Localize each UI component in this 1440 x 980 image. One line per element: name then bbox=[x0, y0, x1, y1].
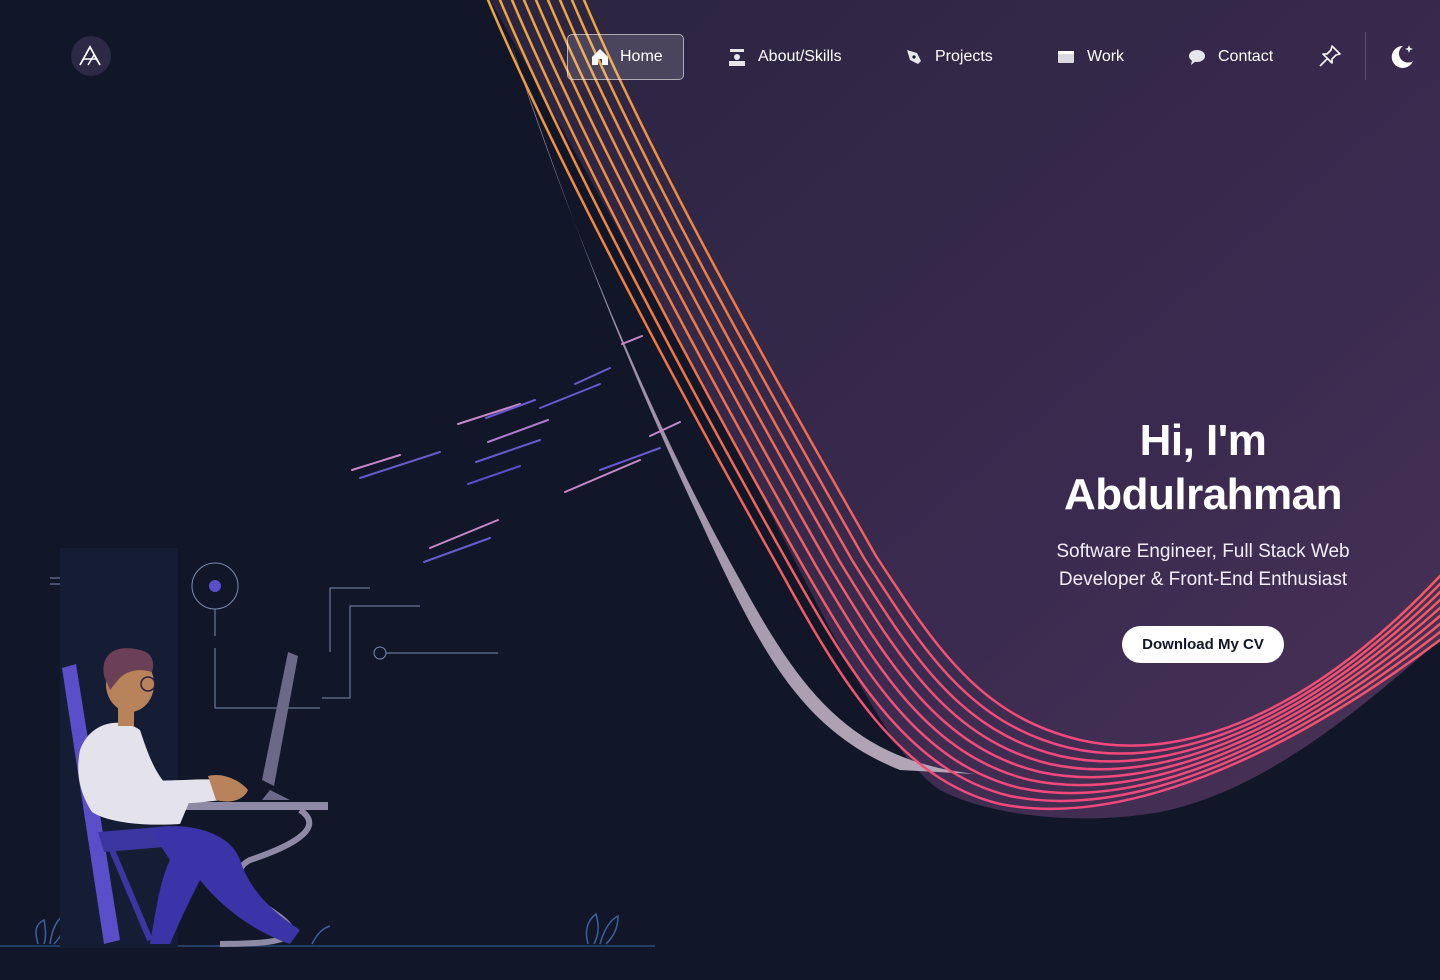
download-cv-button[interactable]: Download My CV bbox=[1122, 626, 1284, 663]
hero-subtitle: Software Engineer, Full Stack Web Develo… bbox=[1000, 538, 1406, 594]
nav-work-label: Work bbox=[1087, 48, 1125, 65]
moon-stars-icon bbox=[1391, 45, 1413, 68]
pin-icon bbox=[1319, 45, 1341, 67]
shooting-stars bbox=[351, 335, 681, 563]
window-icon bbox=[1055, 46, 1077, 68]
nav-projects[interactable]: Projects bbox=[881, 34, 1015, 80]
pen-tool-icon bbox=[903, 46, 925, 68]
hero-name: Abdulrahman bbox=[1063, 470, 1343, 519]
circuit-node bbox=[209, 580, 221, 592]
nav-home[interactable]: Home bbox=[567, 34, 684, 80]
pin-button[interactable] bbox=[1314, 40, 1346, 72]
logo-mark-icon bbox=[79, 45, 101, 66]
nav-divider bbox=[1365, 32, 1366, 80]
chat-bubble-icon bbox=[1186, 46, 1208, 68]
nav-about-skills-label: About/Skills bbox=[758, 48, 842, 65]
person-illustration bbox=[60, 548, 328, 948]
purple-panel bbox=[490, 0, 1440, 819]
nav-projects-label: Projects bbox=[935, 48, 993, 65]
hero-heading: Hi, I'm Abdulrahman bbox=[1000, 414, 1406, 522]
person-desk-icon bbox=[726, 46, 748, 68]
hero-greeting: Hi, I'm bbox=[1139, 416, 1267, 465]
hero-subtitle-line1: Software Engineer, Full Stack Web bbox=[1056, 541, 1350, 562]
home-icon bbox=[590, 46, 610, 68]
nav-contact[interactable]: Contact bbox=[1164, 34, 1295, 80]
hero-section: Hi, I'm Abdulrahman Software Engineer, F… bbox=[1000, 414, 1406, 663]
page: Home About/Skills Projects Work Contact bbox=[0, 0, 1440, 980]
theme-toggle-button[interactable] bbox=[1386, 40, 1418, 72]
nav-home-label: Home bbox=[620, 48, 663, 65]
nav-about-skills[interactable]: About/Skills bbox=[704, 34, 864, 80]
site-logo[interactable] bbox=[71, 36, 111, 76]
nav-work[interactable]: Work bbox=[1033, 34, 1146, 80]
nav-contact-label: Contact bbox=[1218, 48, 1274, 65]
hero-subtitle-line2: Developer & Front-End Enthusiast bbox=[1058, 569, 1348, 590]
